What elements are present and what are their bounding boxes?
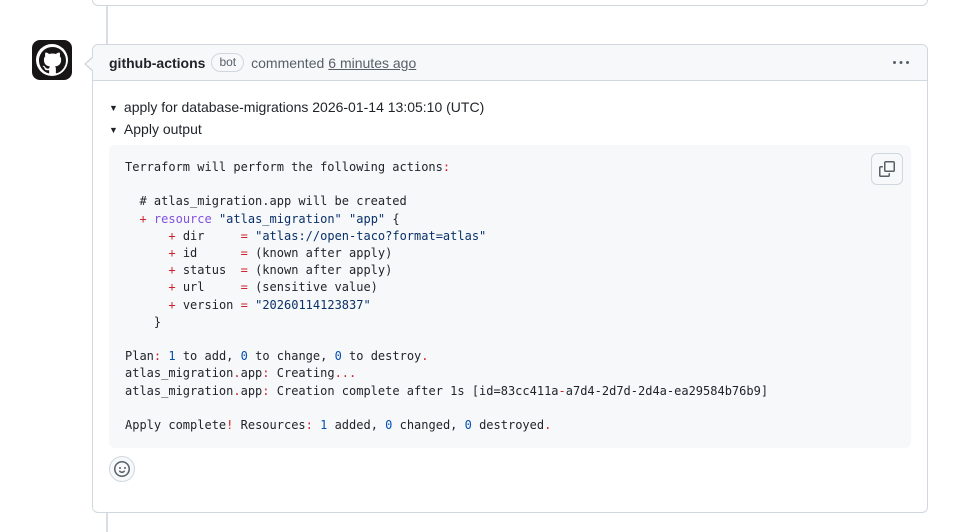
code-line: # atlas_migration.app will be created — [125, 193, 895, 210]
details-apply-run: ▼ apply for database-migrations 2026-01-1… — [109, 97, 911, 448]
comment-header: github-actions bot commented 6 minutes a… — [93, 45, 927, 81]
code-line: + id = (known after apply) — [125, 245, 895, 262]
code-line: + resource "atlas_migration" "app" { — [125, 211, 895, 228]
previous-comment-fragment — [92, 0, 928, 6]
smiley-icon — [114, 461, 130, 477]
pr-timeline: github-actions bot commented 6 minutes a… — [0, 0, 966, 532]
details-apply-run-summary[interactable]: ▼ apply for database-migrations 2026-01-1… — [109, 97, 911, 119]
copy-button[interactable] — [871, 153, 903, 185]
details-apply-output: ▼Apply output Terraform will perform t — [109, 119, 911, 448]
bot-badge: bot — [211, 53, 244, 72]
code-line: Plan: 1 to add, 0 to change, 0 to destro… — [125, 348, 895, 365]
code-line — [125, 400, 895, 417]
code-line — [125, 176, 895, 193]
github-logo-icon — [36, 44, 68, 76]
code-line: + dir = "atlas://open-taco?format=atlas" — [125, 228, 895, 245]
comment-author-link[interactable]: github-actions — [109, 55, 205, 71]
kebab-horizontal-icon — [893, 55, 909, 71]
chevron-down-icon: ▼ — [109, 120, 118, 141]
copy-icon — [879, 161, 895, 177]
details-apply-run-label: apply for database-migrations 2026-01-14… — [124, 99, 484, 115]
code-line: + status = (known after apply) — [125, 262, 895, 279]
comment-action-text: commented — [251, 55, 324, 71]
comment-timestamp-link[interactable]: 6 minutes ago — [328, 55, 416, 71]
code-line: atlas_migration.app: Creation complete a… — [125, 383, 895, 400]
comment-body: ▼ apply for database-migrations 2026-01-1… — [93, 81, 927, 512]
code-line: atlas_migration.app: Creating... — [125, 365, 895, 382]
code-line: Apply complete! Resources: 1 added, 0 ch… — [125, 417, 895, 434]
terraform-output-code-block: Terraform will perform the following act… — [109, 145, 911, 448]
details-apply-output-summary[interactable]: ▼ Apply output — [109, 119, 911, 141]
code-content[interactable]: Terraform will perform the following act… — [125, 159, 895, 434]
code-line: Terraform will perform the following act… — [125, 159, 895, 176]
avatar[interactable] — [32, 40, 72, 80]
comment-card: github-actions bot commented 6 minutes a… — [92, 44, 928, 513]
chevron-down-icon: ▼ — [109, 98, 118, 119]
kebab-menu-button[interactable] — [887, 51, 915, 75]
code-line: + version = "20260114123837" — [125, 297, 895, 314]
code-line: + url = (sensitive value) — [125, 279, 895, 296]
code-line: } — [125, 314, 895, 331]
code-line — [125, 331, 895, 348]
details-apply-output-label: Apply output — [124, 121, 202, 137]
add-reaction-button[interactable] — [109, 456, 135, 482]
